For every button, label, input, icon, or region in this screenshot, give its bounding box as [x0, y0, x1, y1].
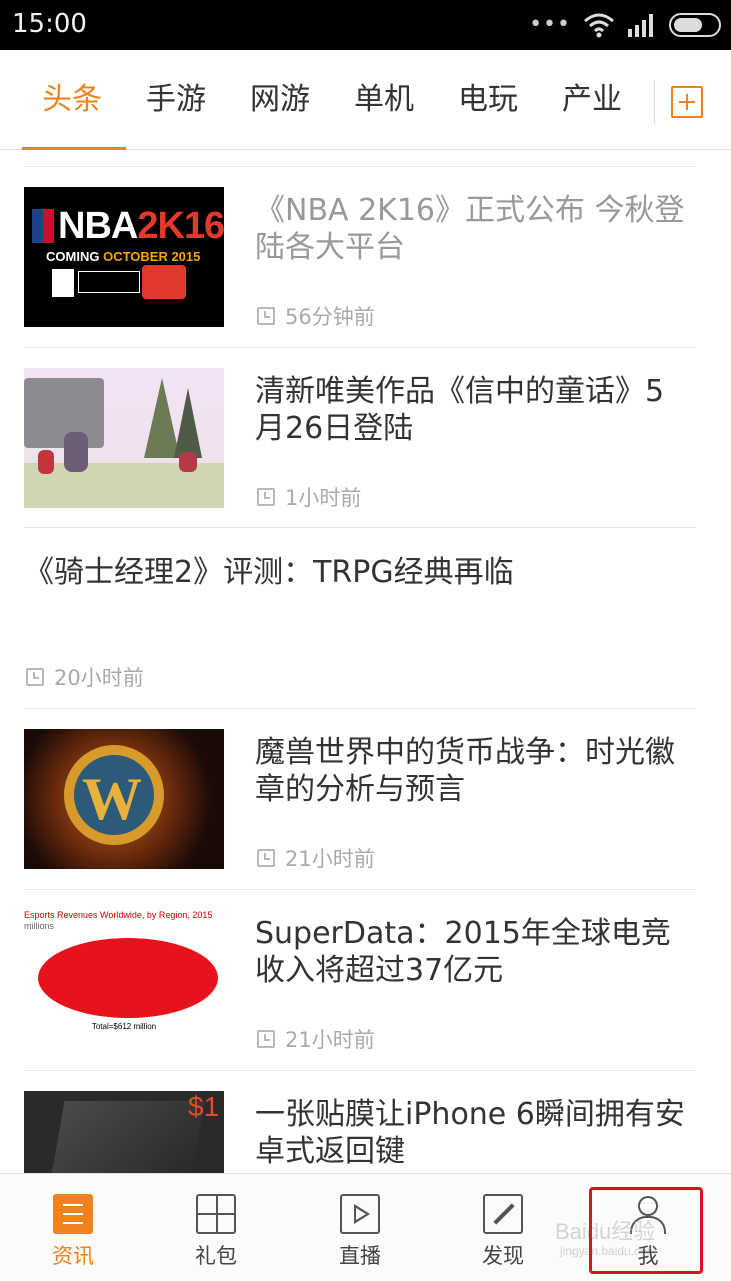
- news-thumbnail: W: [24, 729, 224, 869]
- nav-news[interactable]: 资讯: [0, 1174, 146, 1281]
- news-title: 《NBA 2K16》正式公布 今秋登陆各大平台: [255, 193, 685, 265]
- nav-label: 礼包: [195, 1244, 237, 1268]
- news-thumbnail: $1: [24, 1091, 224, 1173]
- news-title: SuperData：2015年全球电竞收入将超过37亿元: [255, 916, 671, 988]
- news-title: 一张贴膜让iPhone 6瞬间拥有安卓式返回键: [255, 1097, 685, 1169]
- thumb-text: millions: [24, 921, 55, 931]
- nav-live[interactable]: 直播: [287, 1174, 433, 1281]
- rating-info-box: [78, 271, 140, 293]
- news-time-text: 56分钟前: [285, 305, 375, 329]
- news-title: 魔兽世界中的货币战争：时光徽章的分析与预言: [255, 735, 675, 807]
- nba-logo-icon: [32, 209, 54, 243]
- nav-label: 资讯: [52, 1244, 94, 1268]
- character-icon: [64, 432, 88, 472]
- news-time: 56分钟前: [257, 301, 375, 331]
- nav-gifts[interactable]: 礼包: [143, 1174, 289, 1281]
- news-time: 21小时前: [257, 843, 375, 873]
- dots-icon: •••: [529, 12, 571, 37]
- thumb-text: $1: [188, 1091, 220, 1122]
- news-time: 21小时前: [257, 1024, 375, 1054]
- thumb-text: Esports Revenues Worldwide, by Region, 2…: [24, 910, 213, 920]
- wow-logo-icon: W: [82, 766, 142, 832]
- pie-chart-graphic: [38, 938, 218, 1018]
- news-feed: NBA2K16 COMING OCTOBER 2015 《NBA 2K16》正式…: [0, 150, 731, 1173]
- news-title: 清新唯美作品《信中的童话》5月26日登陆: [255, 374, 665, 446]
- news-item[interactable]: 《骑士经理2》评测：TRPG经典再临 20小时前: [24, 528, 696, 709]
- news-item[interactable]: NBA2K16 COMING OCTOBER 2015 《NBA 2K16》正式…: [24, 167, 696, 348]
- tab-industry[interactable]: 产业: [562, 80, 622, 120]
- gift-icon: [196, 1194, 236, 1234]
- status-bar: 15:00 •••: [0, 0, 731, 50]
- compass-icon: [483, 1194, 523, 1234]
- wifi-icon: [584, 13, 614, 38]
- news-item[interactable]: 清新唯美作品《信中的童话》5月26日登陆 1小时前: [24, 348, 696, 528]
- clock-icon: [257, 1030, 275, 1048]
- tab-console[interactable]: 电玩: [458, 80, 518, 120]
- screen-protector-graphic: [43, 1101, 205, 1173]
- 2k-sports-logo-icon: [142, 265, 186, 299]
- clock-icon: [257, 488, 275, 506]
- battery-icon: [669, 13, 721, 37]
- news-icon: [53, 1194, 93, 1234]
- status-time: 15:00: [12, 9, 87, 39]
- tab-mobile-games[interactable]: 手游: [146, 80, 206, 120]
- news-item[interactable]: $1 一张贴膜让iPhone 6瞬间拥有安卓式返回键: [24, 1071, 696, 1173]
- thumb-text: COMING OCTOBER 2015: [46, 249, 201, 264]
- tab-single-player[interactable]: 单机: [354, 80, 414, 120]
- news-time-text: 1小时前: [285, 486, 362, 510]
- play-icon: [340, 1194, 380, 1234]
- thumb-text: NBA2K16: [58, 205, 224, 247]
- clock-icon: [26, 668, 44, 686]
- status-icons: •••: [529, 10, 721, 40]
- thumb-text: Total=$612 million: [91, 1022, 157, 1031]
- rating-icon: [52, 269, 74, 297]
- news-time: 1小时前: [257, 482, 361, 512]
- tab-headlines[interactable]: 头条: [42, 80, 102, 120]
- tab-online-games[interactable]: 网游: [250, 80, 310, 120]
- clock-icon: [257, 307, 275, 325]
- news-item[interactable]: Esports Revenues Worldwide, by Region, 2…: [24, 890, 696, 1071]
- tree-icon: [174, 388, 202, 458]
- signal-icon: [628, 14, 653, 37]
- category-tabs: 头条 手游 网游 单机 电玩 产业: [0, 50, 731, 150]
- news-time-text: 20小时前: [54, 666, 144, 690]
- plus-square-icon[interactable]: [671, 86, 703, 118]
- highlight-box: [589, 1187, 703, 1274]
- news-thumbnail: NBA2K16 COMING OCTOBER 2015: [24, 187, 224, 327]
- news-thumbnail: [24, 368, 224, 508]
- news-item[interactable]: W 魔兽世界中的货币战争：时光徽章的分析与预言 21小时前: [24, 709, 696, 890]
- news-thumbnail: Esports Revenues Worldwide, by Region, 2…: [24, 910, 224, 1050]
- fox-icon: [38, 450, 54, 474]
- tabs-divider: [654, 80, 655, 124]
- news-time-text: 21小时前: [285, 1028, 375, 1052]
- news-time: 20小时前: [26, 662, 144, 692]
- news-title: 《骑士经理2》评测：TRPG经典再临: [24, 555, 514, 590]
- clock-icon: [257, 849, 275, 867]
- news-time-text: 21小时前: [285, 847, 375, 871]
- fox-icon: [179, 452, 197, 472]
- nav-label: 直播: [339, 1244, 381, 1268]
